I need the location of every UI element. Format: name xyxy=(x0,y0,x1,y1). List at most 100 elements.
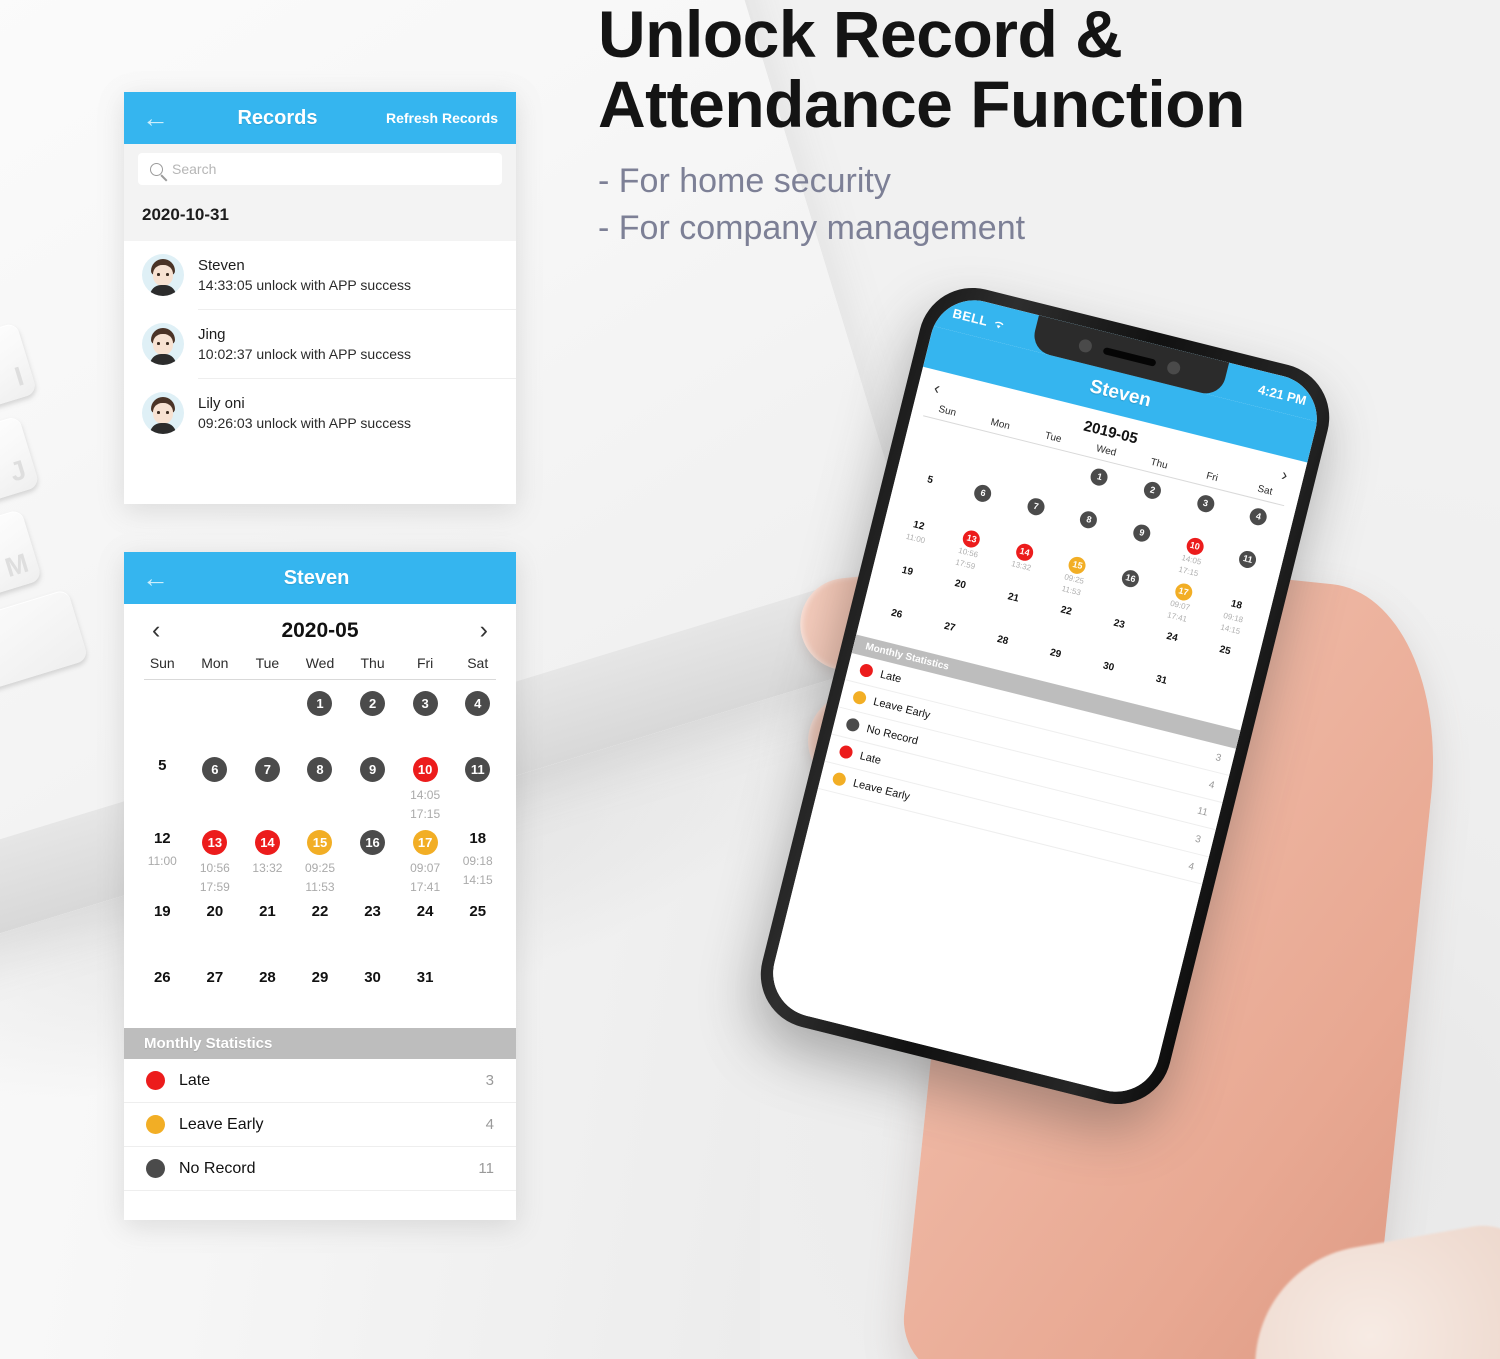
records-title: Records xyxy=(237,106,318,129)
status-color-dot xyxy=(146,1159,165,1179)
calendar-day-cell[interactable]: 29 xyxy=(294,962,347,1028)
calendar-day-cell[interactable]: 4 xyxy=(451,684,504,750)
weekday-label: Mon xyxy=(201,655,229,671)
calendar-day-cell[interactable]: 22 xyxy=(294,896,347,962)
statistic-count: 3 xyxy=(1193,833,1203,846)
calendar-day-cell[interactable]: 24 xyxy=(399,896,452,962)
record-item[interactable]: Lily oni 09:26:03 unlock with APP success xyxy=(124,379,516,447)
records-screen: ← Records Refresh Records Search 2020-10… xyxy=(124,92,516,504)
status-color-dot xyxy=(831,771,848,788)
calendar-day-number: 27 xyxy=(942,620,957,635)
calendar-day-cell[interactable]: 17 09:07 17:41 xyxy=(399,823,452,896)
calendar-day-number: 20 xyxy=(206,903,224,921)
chevron-left-icon[interactable]: ‹ xyxy=(152,618,160,643)
attendance-times: 14:05 17:15 xyxy=(399,786,452,823)
calendar-day-number: 6 xyxy=(972,483,994,504)
record-item[interactable]: Jing 10:02:37 unlock with APP success xyxy=(124,310,516,378)
search-input[interactable]: Search xyxy=(138,153,502,185)
calendar-day-cell[interactable]: 30 xyxy=(346,962,399,1028)
calendar-day-cell[interactable]: 15 09:25 11:53 xyxy=(294,823,347,896)
earpiece-speaker xyxy=(1102,346,1157,367)
attendance-time: 13:32 xyxy=(252,861,283,876)
calendar-day-cell[interactable]: 27 xyxy=(189,962,242,1028)
keyboard-key: J xyxy=(0,415,40,508)
statistic-label: No Record xyxy=(179,1159,256,1177)
record-detail: 09:26:03 unlock with APP success xyxy=(198,415,411,431)
calendar-day-number: 8 xyxy=(1078,509,1100,531)
statistic-row[interactable]: Late 3 xyxy=(124,1059,516,1104)
attendance-times: 09:07 17:41 xyxy=(399,859,452,896)
calendar-day-cell[interactable]: 21 xyxy=(241,896,294,962)
statistics-header: Monthly Statistics xyxy=(124,1028,516,1060)
calendar-day-cell[interactable]: 19 xyxy=(136,896,189,962)
refresh-records-button[interactable]: Refresh Records xyxy=(386,110,498,126)
statistic-count: 4 xyxy=(1207,779,1216,792)
statistic-row[interactable]: Leave Early 4 xyxy=(124,1103,516,1148)
attendance-time: 17:59 xyxy=(199,879,230,894)
calendar-day-cell[interactable]: 6 xyxy=(189,750,242,823)
chevron-right-icon[interactable]: › xyxy=(1279,465,1290,486)
statistic-row[interactable]: No Record 11 xyxy=(124,1147,516,1192)
calendar-day-cell[interactable]: 3 xyxy=(399,684,452,750)
calendar-day-cell[interactable]: 26 xyxy=(136,962,189,1028)
attendance-times: 10:56 17:59 xyxy=(189,859,242,896)
keyboard-key-space xyxy=(0,588,89,748)
calendar-day-cell[interactable]: 7 xyxy=(241,750,294,823)
calendar-day-number: 31 xyxy=(416,969,434,987)
calendar-day-cell[interactable]: 25 xyxy=(451,896,504,962)
calendar-day-cell[interactable]: 5 xyxy=(136,750,189,823)
chevron-right-icon[interactable]: › xyxy=(480,618,488,643)
calendar-day-cell[interactable]: 9 xyxy=(346,750,399,823)
calendar-day-number: 5 xyxy=(158,757,167,774)
calendar-day-number: 15 xyxy=(307,830,333,856)
back-arrow-icon[interactable]: ← xyxy=(142,104,169,132)
calendar-day-cell[interactable]: 8 xyxy=(294,750,347,823)
weekday-label: Fri xyxy=(416,655,434,671)
attendance-time: 11:53 xyxy=(305,879,335,894)
back-arrow-icon[interactable]: ← xyxy=(142,564,169,592)
calendar-day-number: 16 xyxy=(1120,568,1141,589)
attendance-times: 09:25 11:53 xyxy=(294,859,347,896)
calendar-day-cell[interactable]: 11 xyxy=(451,750,504,823)
calendar-day-cell[interactable]: 16 xyxy=(346,823,399,896)
status-color-dot xyxy=(146,1115,165,1135)
calendar-day-cell[interactable]: 18 09:18 14:15 xyxy=(451,823,504,896)
attendance-time: 09:18 xyxy=(462,854,493,869)
calendar-day-number: 29 xyxy=(1048,647,1063,661)
calendar-day-cell[interactable]: 2 xyxy=(346,684,399,750)
calendar-day-cell[interactable]: 28 xyxy=(241,962,294,1028)
headline-block: Unlock Record & Attendance Function - Fo… xyxy=(598,0,1488,252)
calendar-day-number: 3 xyxy=(1195,493,1216,514)
calendar-day-number: 18 xyxy=(469,830,487,848)
records-date-group: 2020-10-31 xyxy=(124,194,516,241)
weekday-label: Sat xyxy=(467,655,489,671)
calendar-day-number: 19 xyxy=(900,564,915,579)
calendar-day-number: 27 xyxy=(206,969,224,987)
calendar-day-cell[interactable]: 23 xyxy=(346,896,399,962)
calendar-day-cell[interactable]: 20 xyxy=(189,896,242,962)
record-name: Jing xyxy=(198,326,226,343)
calendar-day-cell[interactable]: 12 11:00 xyxy=(136,823,189,896)
calendar-day-number: 1 xyxy=(1089,466,1110,488)
calendar-day-number: 11 xyxy=(1237,549,1259,570)
attendance-time: 14:05 xyxy=(410,788,441,802)
avatar xyxy=(142,392,184,434)
calendar-day-number: 30 xyxy=(1101,660,1116,674)
weekday-label: Tue xyxy=(255,655,280,671)
calendar-day-cell[interactable]: 14 13:32 xyxy=(241,823,294,896)
page-title: Unlock Record & Attendance Function xyxy=(598,0,1488,140)
calendar-day-number: 16 xyxy=(360,830,386,856)
attendance-times: 09:18 14:15 xyxy=(451,852,504,889)
calendar-day-cell[interactable]: 13 10:56 17:59 xyxy=(189,823,242,896)
calendar-day-number: 21 xyxy=(259,903,276,921)
attendance-time: 17:41 xyxy=(410,879,441,894)
record-item[interactable]: Steven 14:33:05 unlock with APP success xyxy=(124,241,516,309)
calendar-day-cell[interactable]: 10 14:05 17:15 xyxy=(399,750,452,823)
calendar-day-cell[interactable]: 31 xyxy=(399,962,452,1028)
weekday-header: Sun Mon Tue Wed Thu Fri Sat xyxy=(124,655,516,679)
calendar-day-cell[interactable]: 1 xyxy=(294,684,347,750)
statistic-count: 3 xyxy=(485,1072,494,1090)
attendance-time: 14:15 xyxy=(462,872,493,887)
calendar-day-number: 13 xyxy=(202,830,228,856)
calendar-day-number: 25 xyxy=(469,903,487,921)
